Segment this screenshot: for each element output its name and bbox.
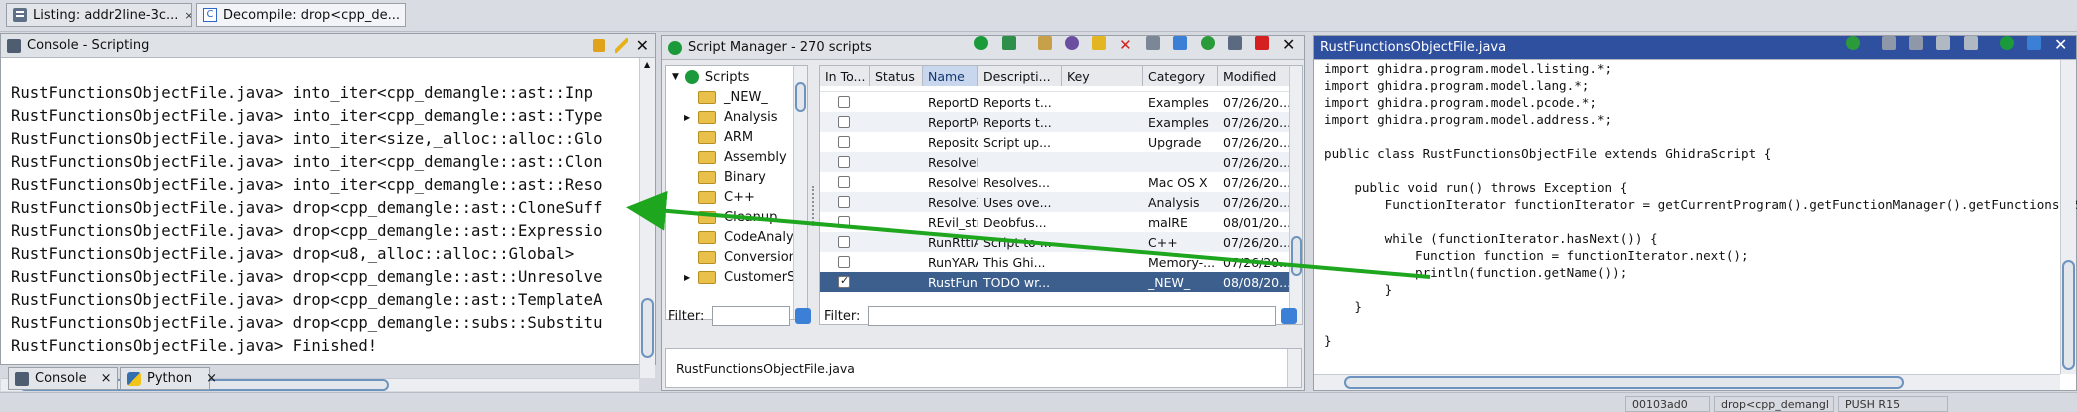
status-function: drop<cpp_demangl <box>1714 396 1834 412</box>
annotation-arrow <box>626 190 1431 279</box>
status-instruction: PUSH R15 <box>1838 396 1948 412</box>
status-bar: 00103ad0 drop<cpp_demangl PUSH R15 <box>0 392 2077 412</box>
status-address: 00103ad0 <box>1625 396 1710 412</box>
